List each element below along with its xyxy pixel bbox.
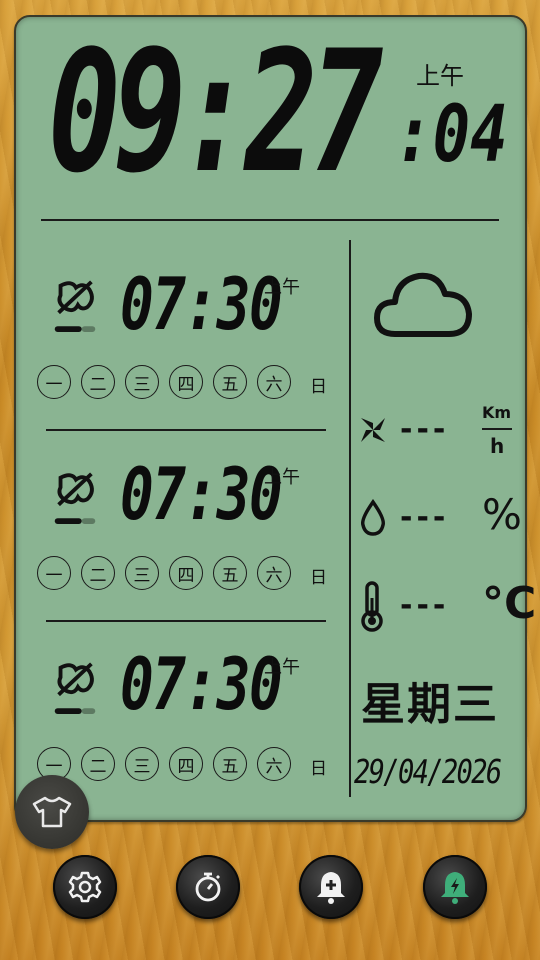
- thermometer-icon: [361, 581, 383, 632]
- humidity-unit: %: [482, 490, 522, 539]
- temperature-unit: °C: [482, 578, 537, 629]
- wind-unit-bottom: h: [490, 434, 505, 458]
- theme-button[interactable]: [15, 775, 89, 849]
- alarm-off-icon[interactable]: [52, 278, 98, 332]
- day-toggle-wed[interactable]: 三: [125, 747, 159, 781]
- settings-button[interactable]: [53, 855, 117, 919]
- alarm-ampm: 上午: [264, 467, 300, 488]
- add-alarm-button[interactable]: [299, 855, 363, 919]
- alarm-ampm: 上午: [264, 277, 300, 298]
- day-toggle-sat[interactable]: 六: [257, 556, 291, 590]
- alarm-time[interactable]: 07:30: [120, 458, 283, 530]
- alarm-ampm: 上午: [264, 657, 300, 678]
- main-clock-seconds: :04: [395, 90, 508, 180]
- day-toggle-fri[interactable]: 五: [213, 365, 247, 399]
- alarm-time[interactable]: 07:30: [120, 648, 283, 720]
- add-alarm-icon: [317, 872, 345, 904]
- divider-vertical: [349, 240, 351, 797]
- main-clock-ampm: 上午: [416, 62, 464, 90]
- date-label: 29/04/2026: [354, 752, 502, 791]
- stopwatch-icon: [195, 872, 221, 902]
- wind-value: ---: [400, 412, 450, 447]
- divider: [46, 429, 326, 431]
- divider: [41, 219, 499, 221]
- weekday-label: 星期三: [361, 679, 499, 730]
- day-toggle-fri[interactable]: 五: [213, 556, 247, 590]
- wind-unit-top: Km: [482, 403, 512, 422]
- day-toggle-thu[interactable]: 四: [169, 365, 203, 399]
- day-toggle-sun[interactable]: 日: [310, 563, 327, 588]
- stopwatch-button[interactable]: [176, 855, 240, 919]
- day-toggle-thu[interactable]: 四: [169, 556, 203, 590]
- day-toggle-tue[interactable]: 二: [81, 556, 115, 590]
- day-toggle-wed[interactable]: 三: [125, 365, 159, 399]
- alarm-active-icon: [441, 872, 469, 904]
- day-toggle-sat[interactable]: 六: [257, 365, 291, 399]
- day-toggle-fri[interactable]: 五: [213, 747, 247, 781]
- divider: [46, 620, 326, 622]
- alarm-off-icon[interactable]: [52, 470, 98, 524]
- tshirt-icon: [32, 796, 72, 828]
- wind-icon: [361, 418, 385, 442]
- day-toggle-tue[interactable]: 二: [81, 365, 115, 399]
- day-toggle-wed[interactable]: 三: [125, 556, 159, 590]
- day-toggle-mon[interactable]: 一: [37, 365, 71, 399]
- wind-unit-divider: [482, 428, 512, 430]
- alarm-off-icon[interactable]: [52, 660, 98, 714]
- temperature-value: ---: [400, 588, 450, 623]
- day-toggle-sun[interactable]: 日: [310, 372, 327, 397]
- day-toggle-tue[interactable]: 二: [81, 747, 115, 781]
- day-toggle-thu[interactable]: 四: [169, 747, 203, 781]
- cloud-icon: [374, 272, 472, 337]
- gear-icon: [68, 871, 102, 903]
- humidity-value: ---: [400, 500, 450, 535]
- day-toggle-mon[interactable]: 一: [37, 556, 71, 590]
- alarm-time[interactable]: 07:30: [120, 268, 283, 340]
- day-toggle-sat[interactable]: 六: [257, 747, 291, 781]
- droplet-icon: [360, 499, 386, 536]
- main-clock-time: 09:27: [48, 14, 383, 210]
- day-toggle-sun[interactable]: 日: [310, 754, 327, 779]
- alarm-active-button[interactable]: [423, 855, 487, 919]
